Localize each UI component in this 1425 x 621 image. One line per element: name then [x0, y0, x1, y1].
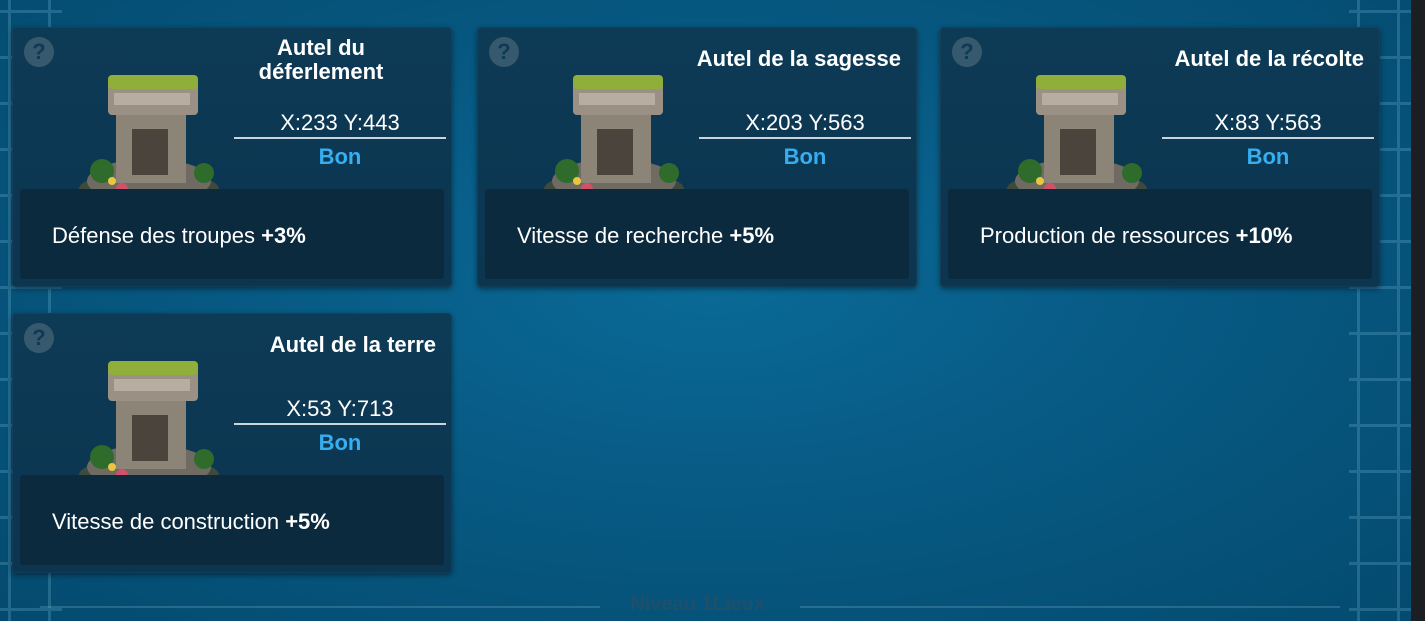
status-label: Bon: [1246, 144, 1290, 169]
bonus-label: Vitesse de construction: [52, 509, 280, 534]
bonus-text: Défense des troupes +3%: [52, 223, 306, 249]
altar-icon: [1007, 75, 1147, 207]
footer-section-label: Niveau 1Lieux: [630, 593, 765, 615]
card-title: Autel du déferlement: [206, 36, 436, 84]
altar-icon: [79, 75, 219, 207]
bonus-label: Défense des troupes: [52, 223, 256, 248]
card-title-line-2: déferlement: [258, 59, 384, 84]
card-title-line-1: Autel du: [277, 35, 365, 60]
window-edge: [1411, 0, 1425, 621]
coordinates-link[interactable]: X:233 Y:443: [234, 111, 446, 139]
card-title: Autel de la récolte: [1174, 46, 1364, 71]
bonus-label: Production de ressources: [980, 223, 1230, 248]
coordinates-link[interactable]: X:53 Y:713: [234, 397, 446, 425]
altar-card-recolte[interactable]: ? Autel de la récolte X:83 Y:563 Bon Pro…: [940, 27, 1380, 287]
bonus-value: +5%: [285, 509, 330, 534]
coordinates-link[interactable]: X:83 Y:563: [1162, 111, 1374, 139]
altar-icon: [544, 75, 684, 207]
bonus-value: +10%: [1235, 223, 1293, 248]
altar-icon: [79, 361, 219, 493]
help-icon[interactable]: ?: [952, 37, 982, 67]
bonus-value: +5%: [729, 223, 775, 248]
bonus-value: +3%: [261, 223, 306, 248]
status-label: Bon: [318, 430, 362, 455]
altar-card-deferlement[interactable]: ? Autel du déferlement X:233 Y:443 Bon D…: [12, 27, 452, 287]
status-label: Bon: [783, 144, 827, 169]
help-icon[interactable]: ?: [24, 323, 54, 353]
altar-card-sagesse[interactable]: ? Autel de la sagesse X:203 Y:563 Bon Vi…: [477, 27, 917, 287]
bonus-panel: Vitesse de recherche +5%: [485, 189, 909, 279]
bonus-panel: Vitesse de construction +5%: [20, 475, 444, 565]
coordinates-link[interactable]: X:203 Y:563: [699, 111, 911, 139]
card-title: Autel de la terre: [269, 332, 436, 357]
status-label: Bon: [318, 144, 362, 169]
bonus-label: Vitesse de recherche: [517, 223, 724, 248]
bonus-text: Vitesse de recherche +5%: [517, 223, 774, 249]
altar-card-terre[interactable]: ? Autel de la terre X:53 Y:713 Bon Vites…: [12, 313, 452, 573]
bonus-text: Vitesse de construction +5%: [52, 509, 330, 535]
bonus-text: Production de ressources +10%: [980, 223, 1292, 249]
help-icon[interactable]: ?: [489, 37, 519, 67]
bonus-panel: Défense des troupes +3%: [20, 189, 444, 279]
card-title: Autel de la sagesse: [696, 46, 901, 71]
bonus-panel: Production de ressources +10%: [948, 189, 1372, 279]
help-icon[interactable]: ?: [24, 37, 54, 67]
